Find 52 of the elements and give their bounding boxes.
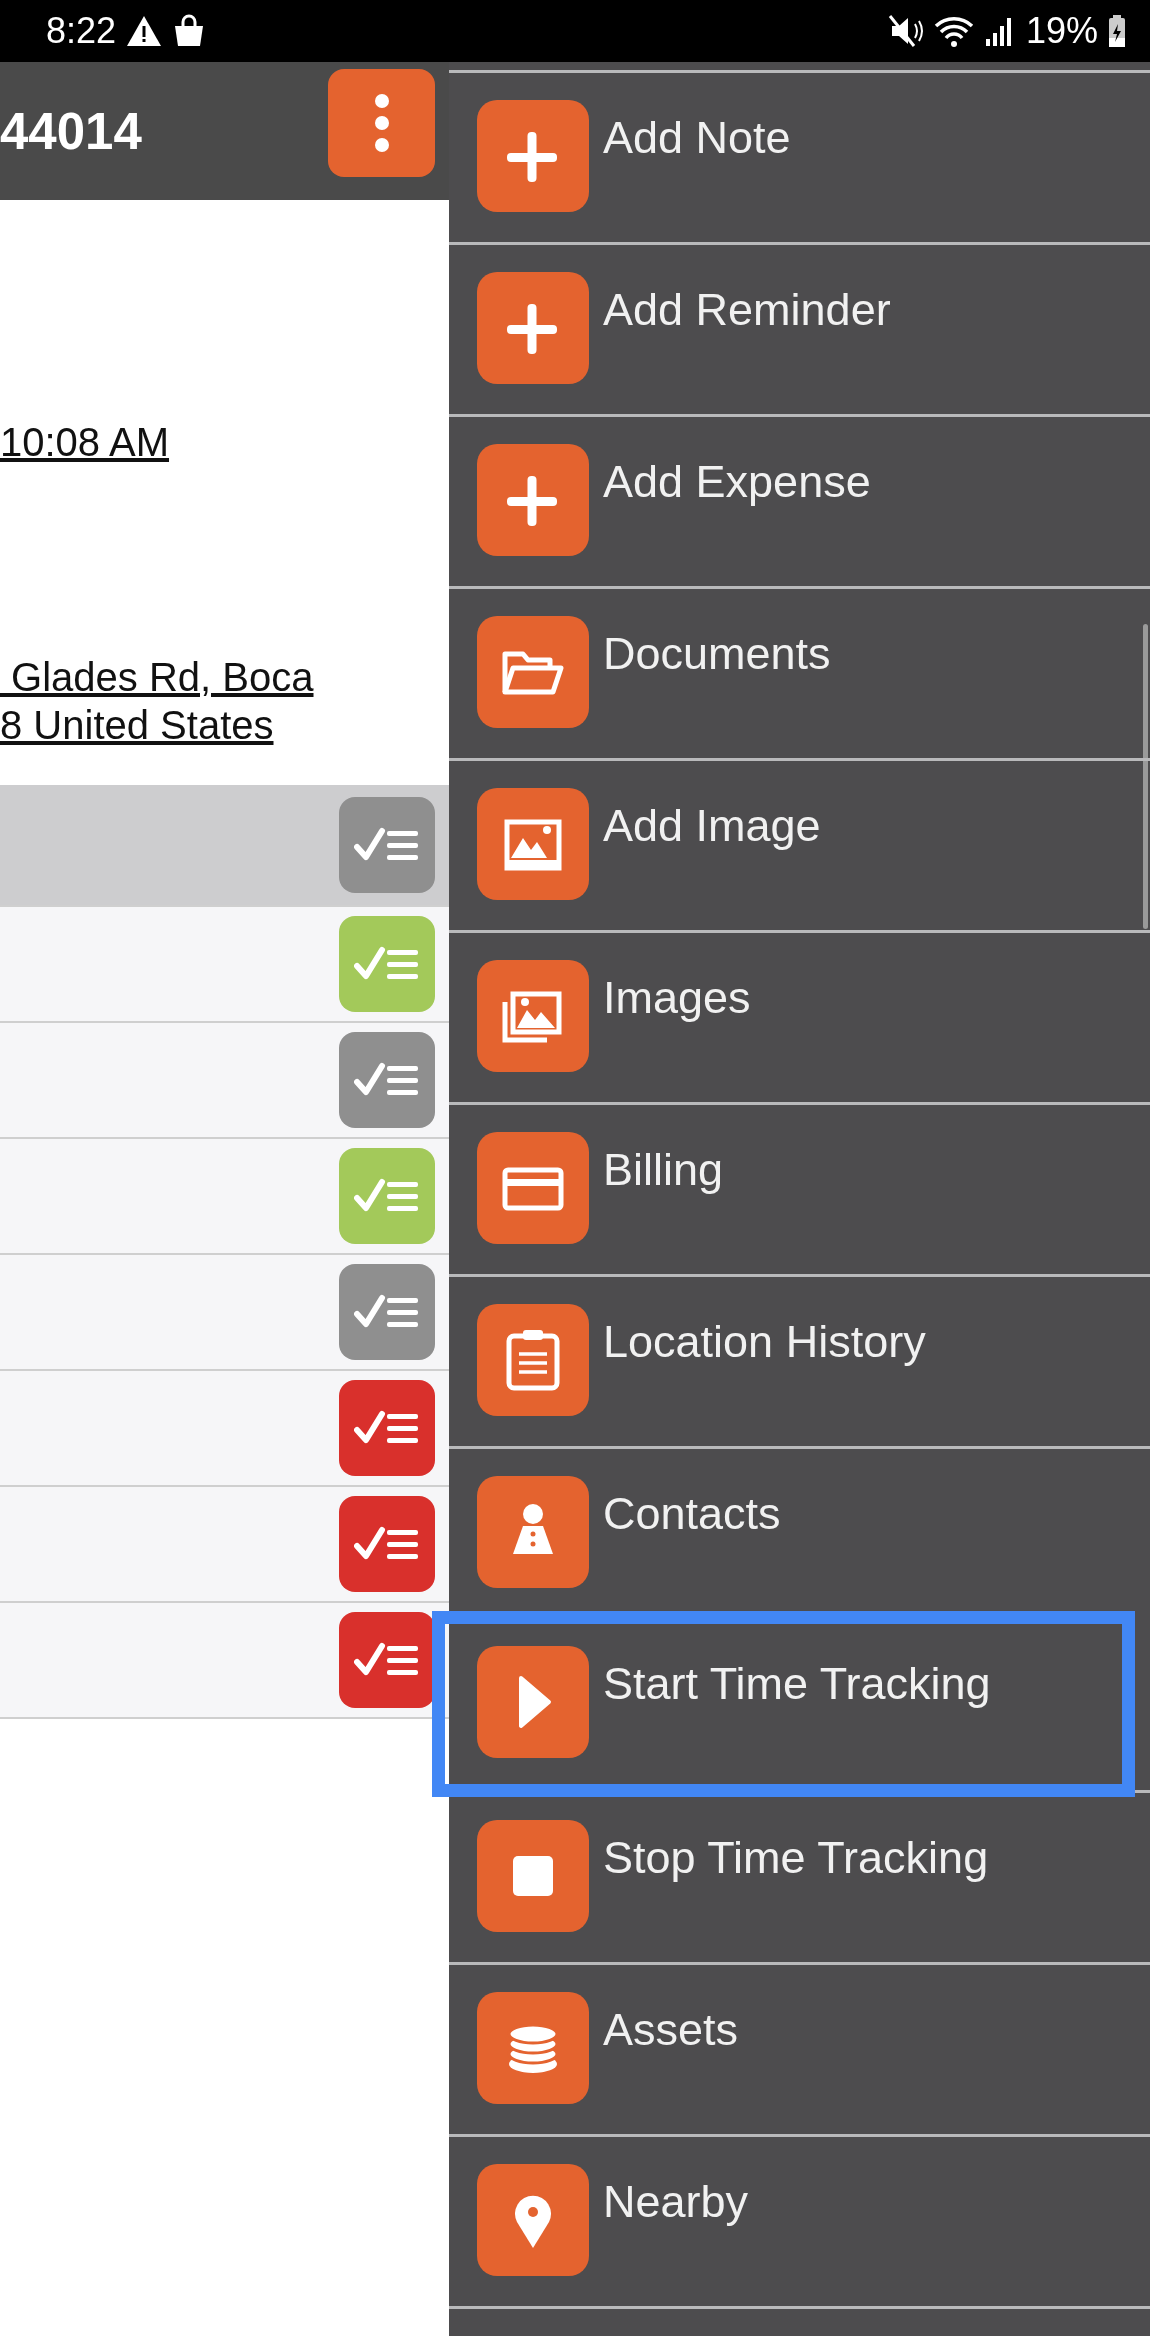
stop-icon xyxy=(477,1819,589,1932)
menu-item[interactable]: Assets xyxy=(449,1962,1150,2134)
warning-icon xyxy=(126,15,163,47)
checklist-icon[interactable] xyxy=(339,797,435,893)
task-row[interactable] xyxy=(0,1023,449,1139)
address-link[interactable]: Glades Rd, Boca xyxy=(0,653,314,701)
task-row[interactable] xyxy=(0,1371,449,1487)
menu-item[interactable]: Stop Time Tracking xyxy=(449,1790,1150,1962)
menu-item[interactable]: Add Note xyxy=(449,70,1150,242)
wifi-icon xyxy=(933,14,974,48)
battery-icon xyxy=(1108,14,1126,48)
menu-item[interactable]: Start Time Tracking xyxy=(432,1611,1135,1797)
plus-icon xyxy=(477,271,589,384)
more-menu-button[interactable] xyxy=(328,69,435,177)
menu-item[interactable]: Images xyxy=(449,930,1150,1102)
checklist-icon[interactable] xyxy=(339,1148,435,1244)
checklist-icon[interactable] xyxy=(339,1264,435,1360)
date-time-link[interactable]: 10:08 AM xyxy=(0,420,169,465)
menu-item[interactable]: Add Expense xyxy=(449,414,1150,586)
clock-time: 8:22 xyxy=(46,10,117,52)
checklist-icon[interactable] xyxy=(339,1380,435,1476)
task-row[interactable] xyxy=(0,785,449,907)
mute-icon xyxy=(887,14,924,48)
credit-card-icon xyxy=(477,1131,589,1244)
task-row[interactable] xyxy=(0,1255,449,1371)
gallery-icon xyxy=(477,959,589,1072)
menu-item[interactable]: Contacts xyxy=(449,1446,1150,1618)
address-link[interactable]: 8 United States xyxy=(0,701,274,749)
coin-stack-icon xyxy=(477,1991,589,2104)
menu-item[interactable]: Billing xyxy=(449,1102,1150,1274)
clipboard-icon xyxy=(477,1303,589,1416)
menu-item[interactable]: Nearby xyxy=(449,2134,1150,2306)
menu-item[interactable]: Location History xyxy=(449,1274,1150,1446)
menu-item[interactable]: Add Image xyxy=(449,758,1150,930)
task-row[interactable] xyxy=(0,1487,449,1603)
menu-item[interactable]: Add Reminder xyxy=(449,242,1150,414)
map-pin-icon xyxy=(477,2163,589,2276)
battery-percentage: 19% xyxy=(1025,10,1098,52)
checklist-icon[interactable] xyxy=(339,916,435,1012)
more-icon xyxy=(373,93,390,153)
plus-icon xyxy=(477,443,589,556)
folder-icon xyxy=(477,615,589,728)
person-icon xyxy=(477,1475,589,1588)
menu-item[interactable]: Documents xyxy=(449,586,1150,758)
play-icon xyxy=(477,1646,589,1758)
checklist-icon[interactable] xyxy=(339,1612,435,1708)
checklist-icon[interactable] xyxy=(339,1496,435,1592)
header-title: 44014 xyxy=(0,101,142,161)
task-row[interactable] xyxy=(0,1603,449,1719)
plus-icon xyxy=(477,99,589,212)
image-icon xyxy=(477,787,589,900)
checklist-icon[interactable] xyxy=(339,1032,435,1128)
